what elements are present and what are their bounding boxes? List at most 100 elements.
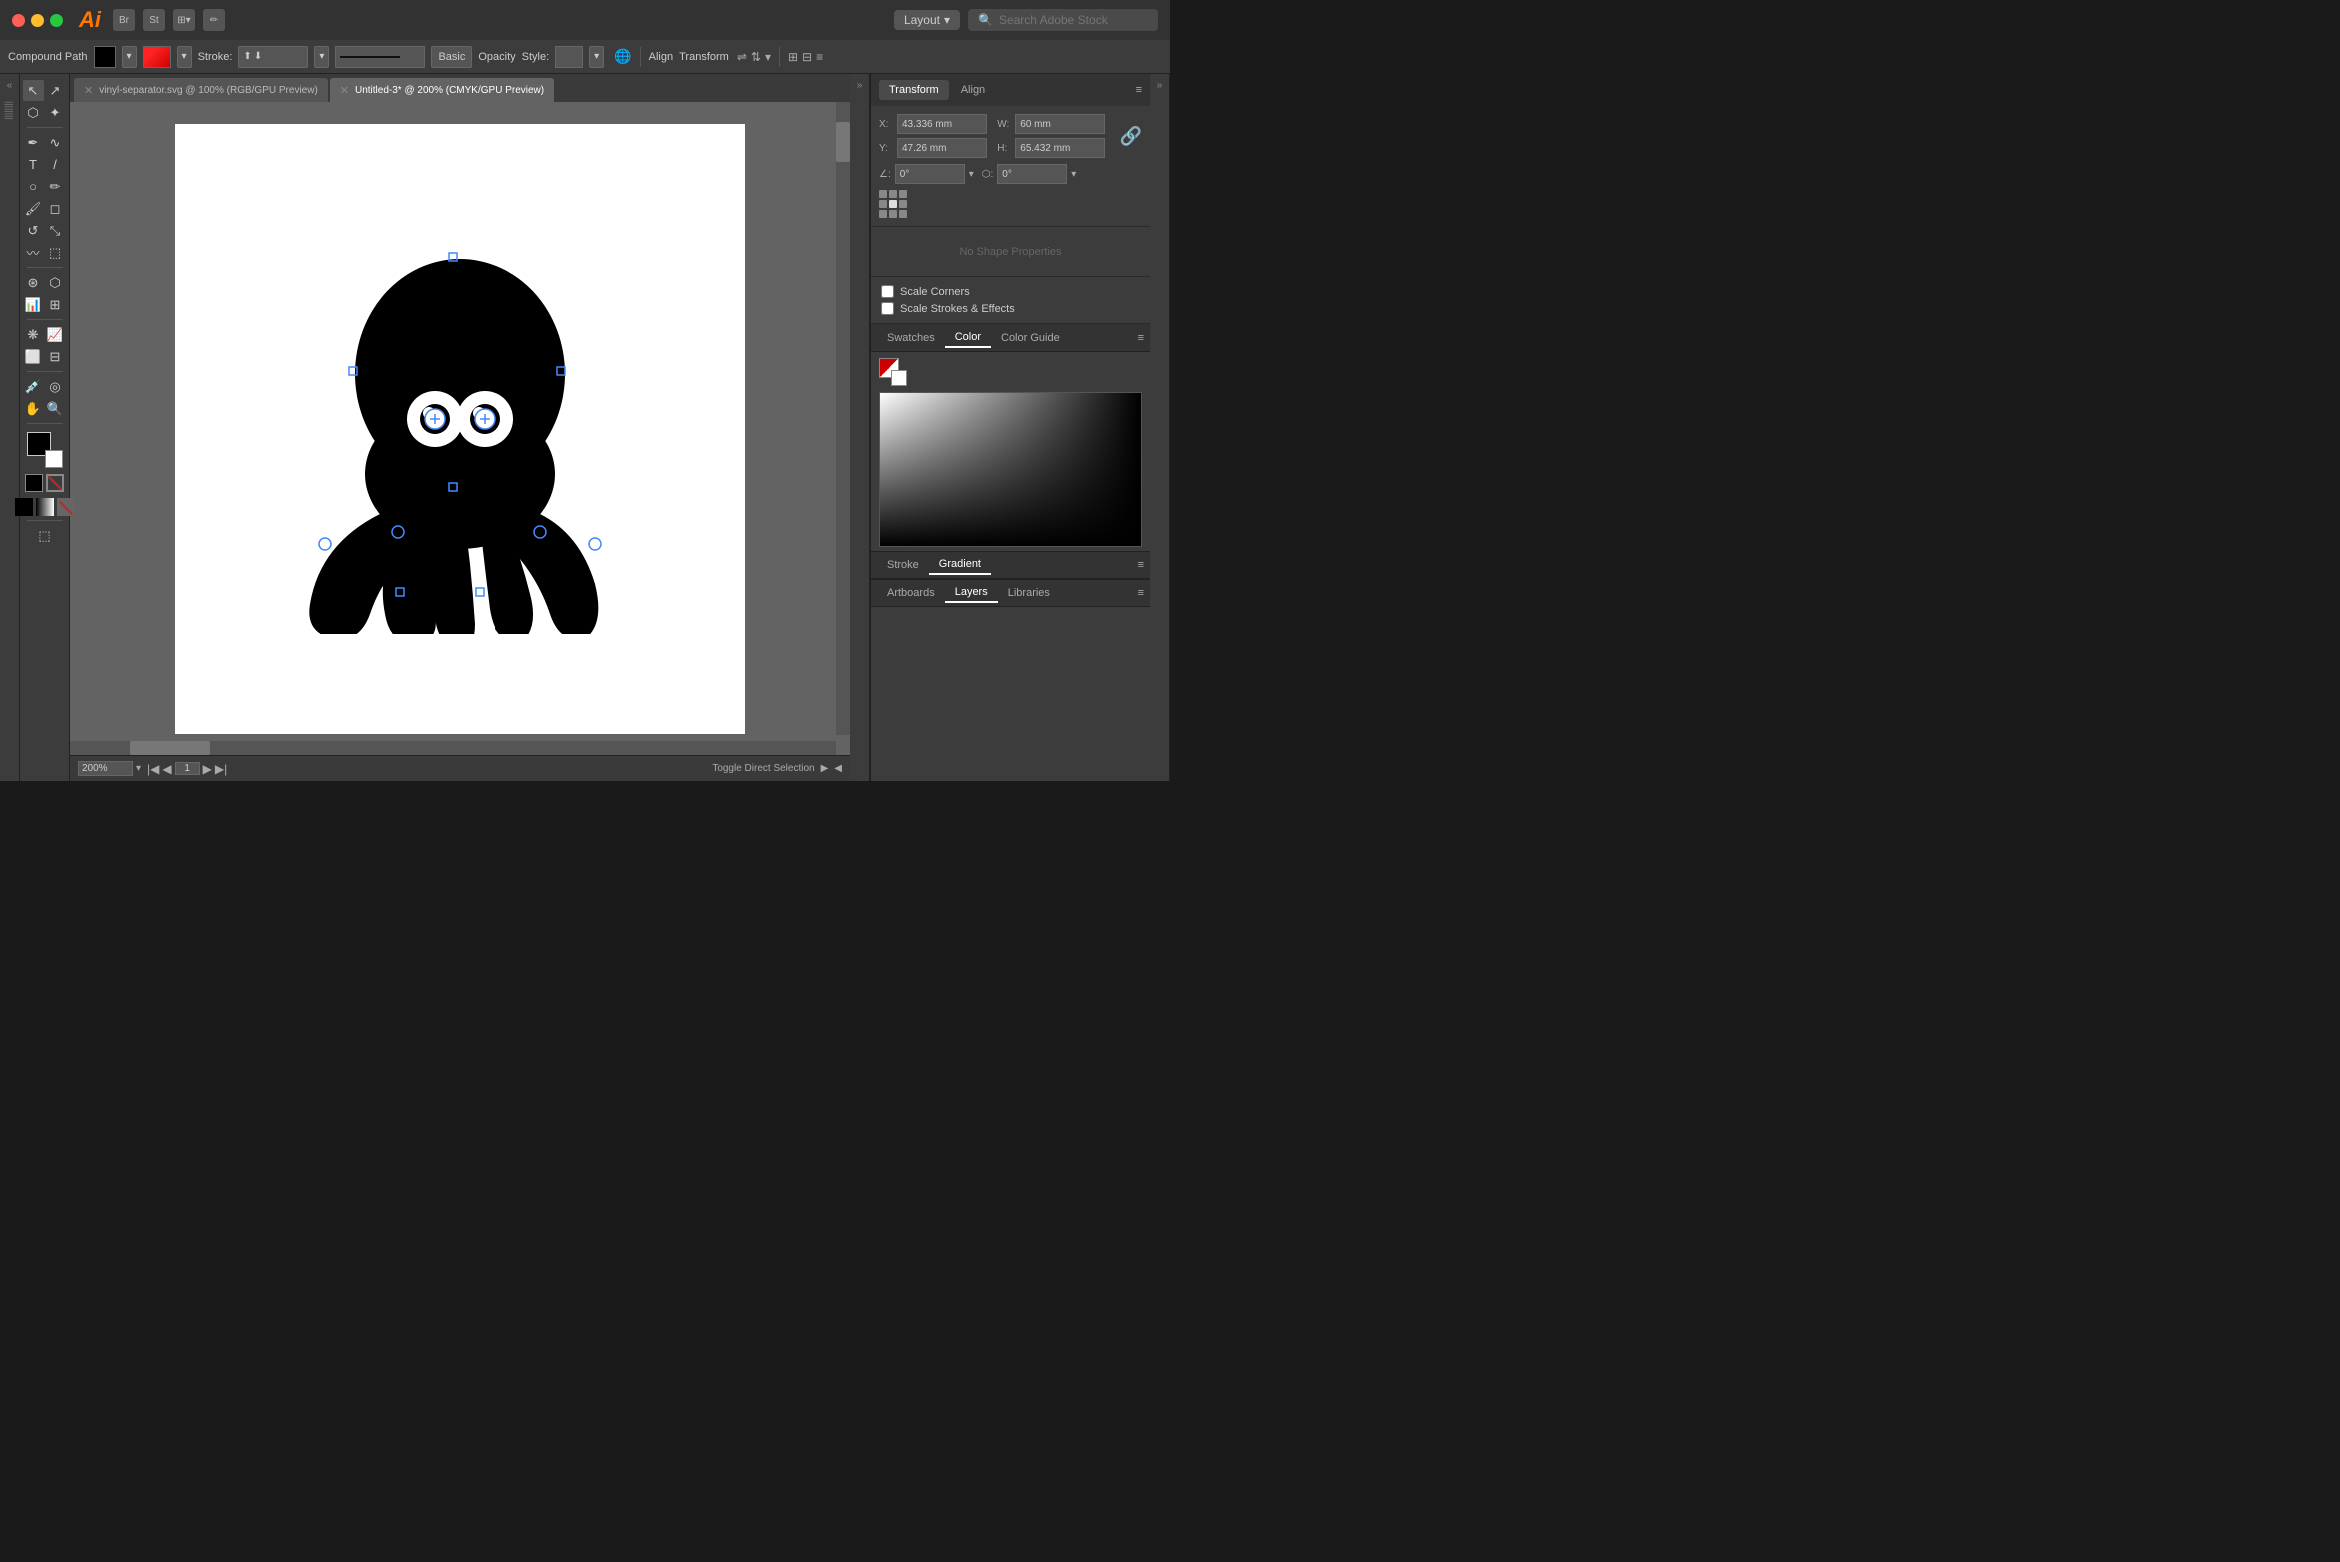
next-page-icon[interactable]: ▶ — [203, 762, 212, 776]
tab-align[interactable]: Align — [951, 80, 995, 100]
ellipse-tool[interactable]: ○ — [23, 176, 44, 197]
tab-vinyl[interactable]: ✕ vinyl-separator.svg @ 100% (RGB/GPU Pr… — [74, 78, 328, 102]
rotation-input[interactable] — [895, 164, 965, 184]
stroke-profile[interactable] — [335, 46, 425, 68]
zoom-dropdown-icon[interactable]: ▾ — [136, 763, 141, 774]
panel-menu-icon[interactable]: ≡ — [1136, 84, 1142, 96]
search-input[interactable] — [999, 13, 1148, 27]
tab-color[interactable]: Color — [945, 328, 991, 348]
tab-layers[interactable]: Layers — [945, 583, 998, 603]
collapse-left-icon[interactable]: « — [5, 78, 15, 93]
scale-corners-checkbox[interactable] — [881, 285, 894, 298]
fg-bg-colors[interactable] — [27, 432, 63, 468]
scale-strokes-checkbox[interactable] — [881, 302, 894, 315]
tab-transform[interactable]: Transform — [879, 80, 949, 100]
tab-swatches[interactable]: Swatches — [877, 329, 945, 347]
symbol-tool[interactable]: ❋ — [23, 324, 44, 345]
paintbrush-tool[interactable]: 🖌 — [23, 198, 44, 219]
stroke-color-swatch[interactable] — [143, 46, 171, 68]
tab-artboards[interactable]: Artboards — [877, 584, 945, 602]
page-input[interactable]: 1 — [175, 762, 200, 775]
direct-selection-tool[interactable]: ↗ — [45, 80, 66, 101]
curvature-tool[interactable]: ∿ — [45, 132, 66, 153]
selection-tool[interactable]: ↖ — [23, 80, 44, 101]
brush-icon[interactable]: ✏ — [203, 9, 225, 31]
artboard-navigate-tool[interactable]: ⬚ — [34, 525, 55, 546]
more-icon[interactable]: ≡ — [816, 50, 823, 64]
vertical-scrollbar[interactable] — [836, 102, 850, 735]
zoom-input[interactable]: 200% — [78, 761, 133, 776]
type-tool[interactable]: T — [23, 154, 44, 175]
color-stroke-swatch[interactable] — [891, 370, 907, 386]
horizontal-scrollbar[interactable] — [70, 741, 836, 755]
slice-tool[interactable]: ⊟ — [45, 346, 66, 367]
x-input[interactable] — [897, 114, 987, 134]
transform-label[interactable]: Transform — [679, 51, 729, 63]
stroke-dropdown[interactable]: ▾ — [314, 46, 329, 68]
zoom-control[interactable]: 200% ▾ — [78, 761, 141, 776]
layout-button[interactable]: Layout ▾ — [894, 10, 960, 30]
eraser-tool[interactable]: ◻ — [45, 198, 66, 219]
maximize-button[interactable] — [50, 14, 63, 27]
collapse-right-icon[interactable]: » — [855, 78, 865, 93]
fill-dropdown[interactable]: ▾ — [122, 46, 137, 68]
w-input[interactable] — [1015, 114, 1105, 134]
none-stroke[interactable] — [46, 474, 64, 492]
stroke-profile-dropdown[interactable]: Basic — [431, 46, 472, 68]
perspective-tool[interactable]: ⬡ — [45, 272, 66, 293]
y-input[interactable] — [897, 138, 987, 158]
h-input[interactable] — [1015, 138, 1105, 158]
workspace-icon[interactable]: ⊞▾ — [173, 9, 195, 31]
stroke-color-dropdown[interactable]: ▾ — [177, 46, 192, 68]
link-proportions-icon[interactable]: 🔗 — [1120, 126, 1142, 147]
minimize-button[interactable] — [31, 14, 44, 27]
align-icon[interactable]: ⊞ — [788, 50, 798, 64]
bottom-panel-menu-icon[interactable]: ≡ — [1138, 587, 1144, 599]
flip-h-icon[interactable]: ⇌ — [737, 50, 747, 64]
tab-gradient[interactable]: Gradient — [929, 555, 991, 575]
warp-tool[interactable]: 〰 — [23, 242, 44, 263]
artboard-tool[interactable]: ⬜ — [23, 346, 44, 367]
rotation-chevron-icon[interactable]: ▾ — [969, 169, 974, 180]
globe-icon[interactable]: 🌐 — [614, 48, 631, 65]
eyedropper-tool[interactable]: 💉 — [23, 376, 44, 397]
close-button[interactable] — [12, 14, 25, 27]
scroll-left-icon[interactable]: ◀ — [834, 763, 842, 774]
pencil-tool[interactable]: ✏ — [45, 176, 66, 197]
transform-icons[interactable]: ⇌ ⇅ ▾ — [737, 50, 771, 64]
flip-v-icon[interactable]: ⇅ — [751, 50, 761, 64]
shear-chevron-icon[interactable]: ▾ — [1071, 169, 1076, 180]
bridge-icon[interactable]: Br — [113, 9, 135, 31]
magic-wand-tool[interactable]: ✦ — [45, 102, 66, 123]
canvas-scroll[interactable] — [70, 102, 850, 755]
puppet-warp-tool[interactable]: ⊛ — [23, 272, 44, 293]
pen-tool[interactable]: ✒ — [23, 132, 44, 153]
stroke-field[interactable]: ⬆⬇ — [238, 46, 308, 68]
solid-fill[interactable] — [15, 498, 33, 516]
lasso-tool[interactable]: ⬡ — [23, 102, 44, 123]
tab-close-icon[interactable]: ✕ — [84, 84, 93, 97]
color-picker[interactable] — [879, 392, 1142, 547]
tab-stroke-gradient[interactable]: Stroke — [877, 556, 929, 574]
tab-color-guide[interactable]: Color Guide — [991, 329, 1070, 347]
chevron-icon[interactable]: ▾ — [765, 50, 771, 64]
mesh-tool[interactable]: ⊞ — [45, 294, 66, 315]
color-panel-menu-icon[interactable]: ≡ — [1138, 332, 1144, 344]
zoom-tool[interactable]: 🔍 — [45, 398, 66, 419]
toggle-arrow-icon[interactable]: ▶ — [821, 763, 829, 774]
collapse-far-right-icon[interactable]: » — [1155, 78, 1165, 93]
align-label[interactable]: Align — [649, 51, 673, 63]
measure-tool[interactable]: ◎ — [45, 376, 66, 397]
style-dropdown[interactable]: ▾ — [589, 46, 604, 68]
distribute-icon[interactable]: ⊟ — [802, 50, 812, 64]
chart-tool[interactable]: 📊 — [23, 294, 44, 315]
fill-swatch[interactable] — [94, 46, 116, 68]
shear-input[interactable] — [997, 164, 1067, 184]
free-transform-tool[interactable]: ⬚ — [45, 242, 66, 263]
scale-tool[interactable]: ⤡ — [45, 220, 66, 241]
gradient-fill[interactable] — [36, 498, 54, 516]
gradient-panel-menu-icon[interactable]: ≡ — [1138, 559, 1144, 571]
line-tool[interactable]: / — [45, 154, 66, 175]
page-nav[interactable]: |◀ ◀ 1 ▶ ▶| — [147, 762, 227, 776]
tab-close-icon-2[interactable]: ✕ — [340, 84, 349, 97]
